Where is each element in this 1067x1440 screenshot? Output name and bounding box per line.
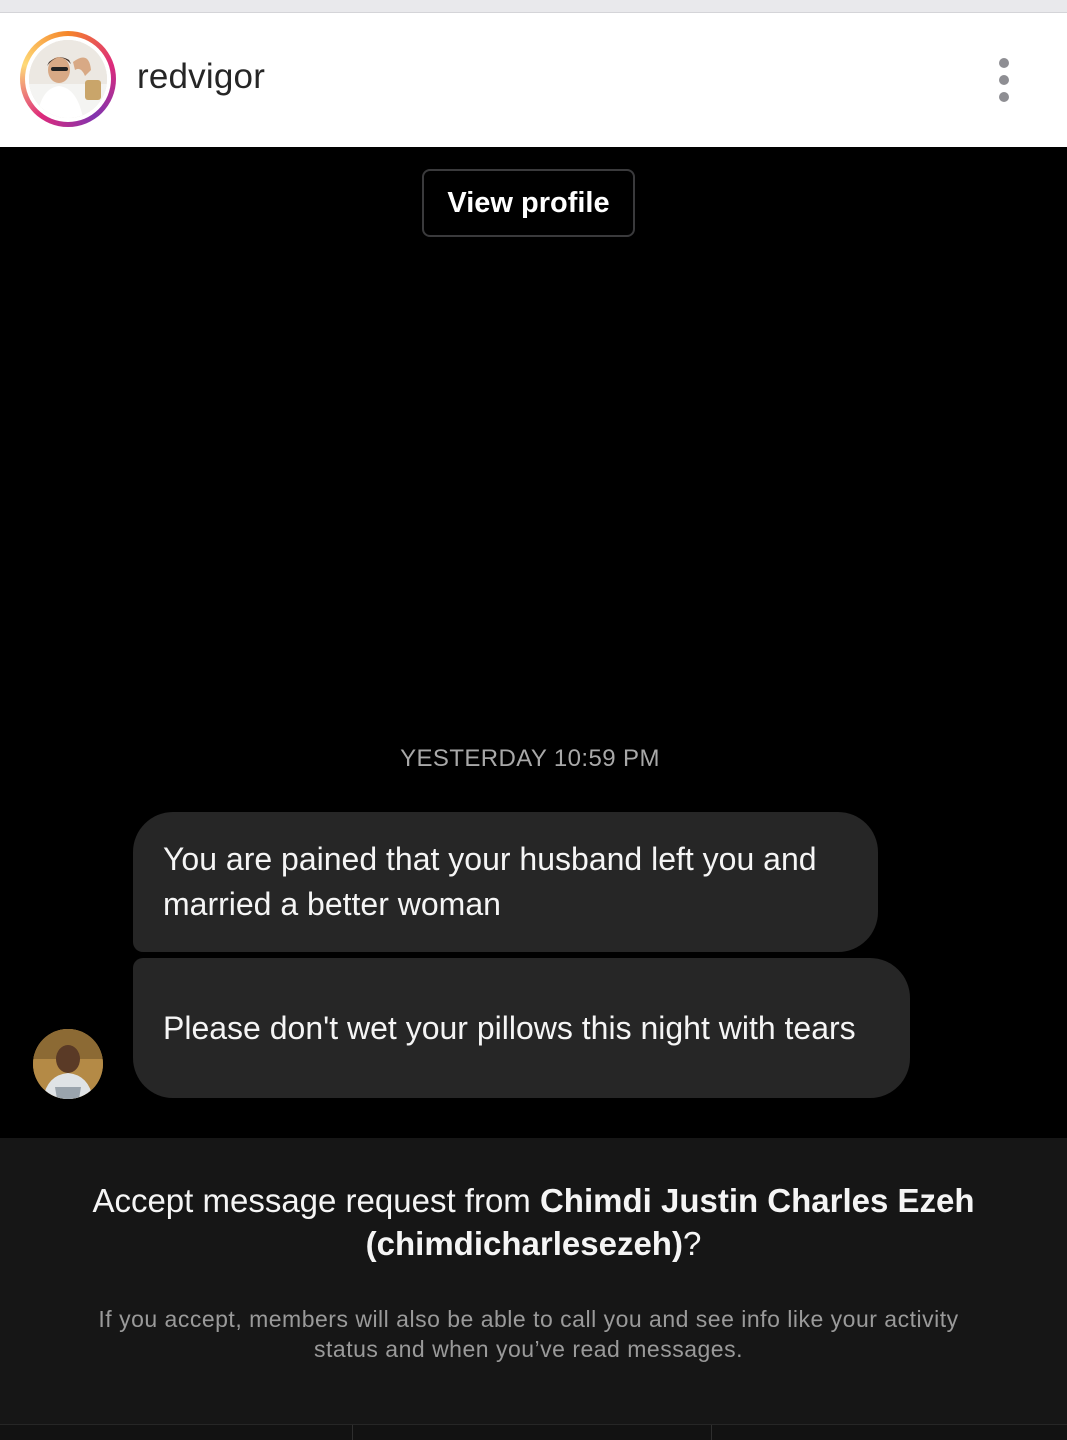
message-text: Please don't wet your pillows this night… [163,1009,856,1046]
view-profile-button[interactable]: View profile [422,169,635,237]
thread-username[interactable]: redvigor [137,57,265,97]
request-action-bar [0,1424,1067,1440]
story-ring[interactable] [20,31,116,127]
request-sender-name: Chimdi Justin Charles Ezeh [539,1182,975,1219]
request-subtitle: If you accept, members will also be able… [98,1306,959,1362]
message-text: You are pained that your husband left yo… [163,841,817,922]
request-title: Accept message request from Chimdi Justi… [30,1179,1037,1265]
request-title-suffix: ? [682,1225,702,1262]
message-bubble[interactable]: Please don't wet your pillows this night… [133,958,910,1098]
profile-avatar-icon [29,40,107,118]
more-options-icon[interactable] [990,55,1020,105]
request-action-left[interactable] [0,1425,352,1440]
top-strip [0,0,1067,13]
sender-avatar-icon[interactable] [33,1029,103,1099]
message-request-panel: Accept message request from Chimdi Justi… [0,1138,1067,1440]
request-sender-handle: (chimdicharlesezeh) [365,1225,683,1262]
message-bubble[interactable]: You are pained that your husband left yo… [133,812,878,952]
dm-thread-screen: redvigor View profile YESTERDAY 10:59 PM… [0,0,1067,1440]
request-title-prefix: Accept message request from [92,1182,540,1219]
thread-header: redvigor [0,13,1067,147]
request-action-right[interactable] [712,1425,1064,1440]
request-action-middle[interactable] [353,1425,705,1440]
message-timestamp: YESTERDAY 10:59 PM [400,745,660,772]
